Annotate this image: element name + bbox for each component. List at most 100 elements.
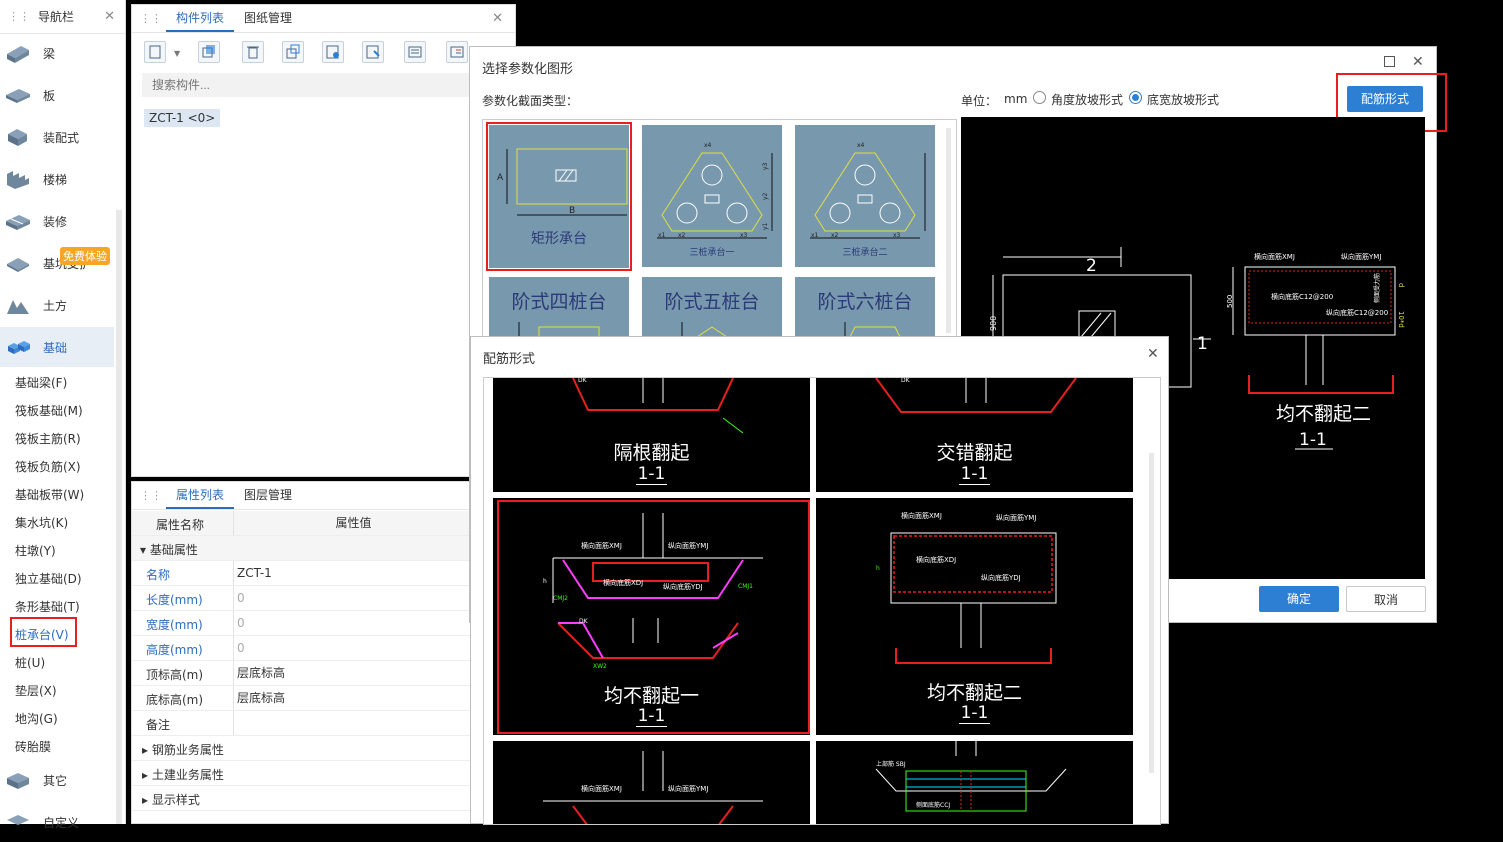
svg-text:横向面筋XMJ: 横向面筋XMJ: [581, 784, 622, 793]
section-label: 1-1: [958, 703, 991, 724]
close-icon[interactable]: ✕: [1147, 346, 1159, 362]
search-input[interactable]: [142, 73, 506, 97]
tile-rebar-6[interactable]: 上部筋 SBJ 侧面底筋CCJ: [816, 741, 1133, 824]
group-civil[interactable]: ▸ 土建业务属性: [132, 761, 470, 786]
tile-alternate-bent[interactable]: DK 隔根翻起 1-1: [493, 378, 810, 492]
scrollbar[interactable]: [1149, 453, 1154, 773]
rebar-drawing: 横向面筋XMJ 纵向面筋YMJ: [543, 751, 763, 824]
tile-label: 三桩承台一: [689, 248, 735, 258]
tile-label: 三桩承台二: [842, 248, 888, 258]
new-component-icon[interactable]: [144, 41, 166, 63]
table-row[interactable]: 底标高(m) 层底标高: [132, 686, 470, 711]
radio-angle-slope[interactable]: [1033, 91, 1046, 104]
scrollbar[interactable]: [946, 128, 951, 333]
svg-text:x4: x4: [704, 142, 712, 149]
tile-three-pile-cap-2[interactable]: x4 x1 x2 x3 三桩承台二: [795, 125, 935, 267]
navigation-panel: ⋮⋮ 导航栏 ✕ 梁 板 装配式 楼梯 装修 基坑支护 免费体验 土方 基础 基…: [0, 0, 126, 830]
dialog-title: 配筋形式: [483, 352, 536, 367]
tile-rebar-5[interactable]: 横向面筋XMJ 纵向面筋YMJ: [493, 741, 810, 824]
list-item[interactable]: ZCT-1 <0>: [144, 109, 221, 127]
sub-item-column-pier[interactable]: 柱墩(Y): [15, 542, 56, 559]
table-row[interactable]: 备注: [132, 711, 470, 736]
drag-handle-icon[interactable]: ⋮⋮: [8, 10, 30, 23]
drag-handle-icon[interactable]: ⋮⋮: [140, 5, 162, 32]
sub-item-strip-footing[interactable]: 条形基础(T): [15, 598, 80, 615]
filter-icon[interactable]: [322, 41, 344, 63]
radio-width-slope[interactable]: [1129, 91, 1142, 104]
maximize-icon[interactable]: [1384, 56, 1395, 67]
sub-item-isolated-footing[interactable]: 独立基础(D): [15, 570, 82, 587]
nav-item-stairs[interactable]: 楼梯: [0, 159, 114, 199]
close-icon[interactable]: ✕: [1412, 54, 1424, 70]
rebar-drawing: 上部筋 SBJ 侧面底筋CCJ: [875, 741, 1067, 812]
dropdown-arrow-icon[interactable]: ▼: [174, 49, 180, 58]
slab-icon: [6, 89, 30, 103]
copy-icon[interactable]: [198, 41, 220, 63]
group-basic[interactable]: ▾ 基础属性: [132, 536, 470, 561]
tile-step-five-pile[interactable]: 阶式五桩台: [642, 277, 782, 338]
sub-item-foundation-beam[interactable]: 基础梁(F): [15, 374, 67, 391]
tab-component-list[interactable]: 构件列表: [166, 5, 235, 32]
sub-item-raft-neg-rebar[interactable]: 筏板负筋(X): [15, 458, 81, 475]
svg-text:y1: y1: [762, 222, 769, 230]
earthwork-icon: [7, 300, 29, 314]
table-row[interactable]: 名称 ZCT-1: [132, 561, 470, 586]
svg-text:y2: y2: [762, 192, 769, 200]
dim-label: 900: [989, 316, 998, 331]
nav-item-decoration[interactable]: 装修: [0, 201, 114, 241]
rebar-label: 横向面筋XMJ: [1254, 252, 1295, 261]
svg-text:上部筋 SBJ: 上部筋 SBJ: [876, 760, 906, 768]
table-row[interactable]: 长度(mm) 0: [132, 586, 470, 611]
free-trial-badge[interactable]: 免费体验: [60, 247, 110, 265]
sub-item-cushion[interactable]: 垫层(X): [15, 682, 57, 699]
drag-handle-icon[interactable]: ⋮⋮: [140, 482, 162, 509]
list-icon[interactable]: [404, 41, 426, 63]
nav-item-earthwork[interactable]: 土方: [0, 285, 114, 325]
scrollbar[interactable]: [116, 210, 122, 824]
close-icon[interactable]: ✕: [492, 11, 503, 26]
copy-to-floor-icon[interactable]: [282, 41, 304, 63]
sub-item-raft-main-rebar[interactable]: 筏板主筋(R): [15, 430, 81, 447]
tile-label: 阶式五桩台: [664, 291, 760, 313]
table-row[interactable]: 宽度(mm) 0: [132, 611, 470, 636]
properties-icon[interactable]: [446, 41, 468, 63]
sub-item-sump[interactable]: 集水坑(K): [15, 514, 68, 531]
tab-property-list[interactable]: 属性列表: [166, 482, 235, 509]
radio-width-label[interactable]: 底宽放坡形式: [1147, 91, 1219, 108]
sub-item-pile[interactable]: 桩(U): [15, 654, 45, 671]
delete-icon[interactable]: [242, 41, 264, 63]
sub-item-raft[interactable]: 筏板基础(M): [15, 402, 83, 419]
beam-icon: [7, 46, 29, 63]
table-row[interactable]: 高度(mm) 0: [132, 636, 470, 661]
tab-layer-management[interactable]: 图层管理: [234, 482, 302, 509]
tile-staggered-bent[interactable]: DK 交错翻起 1-1: [816, 378, 1133, 492]
nav-item-prefab[interactable]: 装配式: [0, 117, 114, 157]
sub-item-trench[interactable]: 地沟(G): [15, 710, 58, 727]
nav-item-beam[interactable]: 梁: [0, 33, 114, 73]
cancel-button[interactable]: 取消: [1346, 586, 1426, 612]
tile-three-pile-cap-1[interactable]: x4 x1 x2 x3 y3 y2 y1 三桩承台一: [642, 125, 782, 267]
svg-text:x1: x1: [658, 232, 666, 239]
table-row[interactable]: 顶标高(m) 层底标高: [132, 661, 470, 686]
tile-step-four-pile[interactable]: 阶式四桩台: [489, 277, 629, 338]
selected-tile-highlight: [486, 122, 632, 271]
group-display[interactable]: ▸ 显示样式: [132, 786, 470, 811]
component-list-panel: ⋮⋮ 构件列表 图纸管理 ✕ ▼ ZCT-1 <0>: [131, 4, 516, 477]
nav-item-slab[interactable]: 板: [0, 75, 114, 115]
sort-icon[interactable]: [362, 41, 384, 63]
section-type-label: 参数化截面类型：: [482, 94, 579, 108]
radio-angle-label[interactable]: 角度放坡形式: [1051, 91, 1123, 108]
sub-item-slab-strip[interactable]: 基础板带(W): [15, 486, 84, 503]
section-type-grid: A B 矩形承台 x4 x1 x2 x3 y3 y2 y1 三桩承台一 x4 x…: [482, 119, 957, 339]
close-icon[interactable]: ✕: [104, 9, 115, 24]
tab-drawing-management[interactable]: 图纸管理: [234, 5, 302, 32]
nav-item-other[interactable]: 其它: [0, 760, 114, 800]
group-rebar[interactable]: ▸ 钢筋业务属性: [132, 736, 470, 761]
nav-item-custom[interactable]: 自定义: [0, 802, 114, 842]
ok-button[interactable]: 确定: [1259, 586, 1339, 612]
sub-item-brick-mold[interactable]: 砖胎膜: [15, 738, 51, 755]
unit-value: mm: [1004, 92, 1028, 106]
tile-step-six-pile[interactable]: 阶式六桩台: [795, 277, 935, 338]
tile-no-bent-2[interactable]: 横向面筋XMJ 纵向面筋YMJ 横向底筋XDJ 纵向底筋YDJ h 均不翻起二 …: [816, 498, 1133, 735]
nav-item-foundation[interactable]: 基础: [0, 327, 114, 367]
